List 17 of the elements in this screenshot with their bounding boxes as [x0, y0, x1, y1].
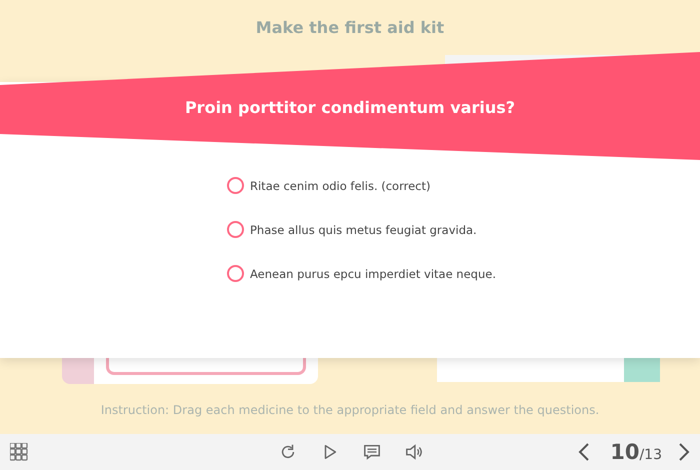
instruction-text: Instruction: Drag each medicine to the appropriate field and answer the questions. — [100, 403, 600, 417]
comment-icon[interactable] — [363, 443, 381, 461]
replay-icon[interactable] — [279, 443, 297, 461]
radio-button[interactable] — [227, 177, 244, 194]
option-label[interactable]: Aenean purus epcu imperdiet vitae neque. — [250, 266, 496, 280]
previous-icon[interactable] — [578, 442, 590, 462]
option-label[interactable]: Ritae cenim odio felis. (correct) — [250, 178, 430, 192]
page-total: /13 — [639, 447, 662, 463]
option-label[interactable]: Phase allus quis metus feugiat gravida. — [250, 222, 477, 236]
radio-button[interactable] — [227, 221, 244, 238]
page-number: 10 — [610, 440, 640, 464]
radio-button[interactable] — [227, 265, 244, 282]
slide-title: Make the first aid kit — [256, 18, 444, 37]
next-icon[interactable] — [678, 442, 690, 462]
menu-icon[interactable] — [10, 443, 28, 461]
volume-icon[interactable] — [405, 443, 423, 461]
question-text: Proin porttitor condimentum varius? — [184, 98, 516, 117]
